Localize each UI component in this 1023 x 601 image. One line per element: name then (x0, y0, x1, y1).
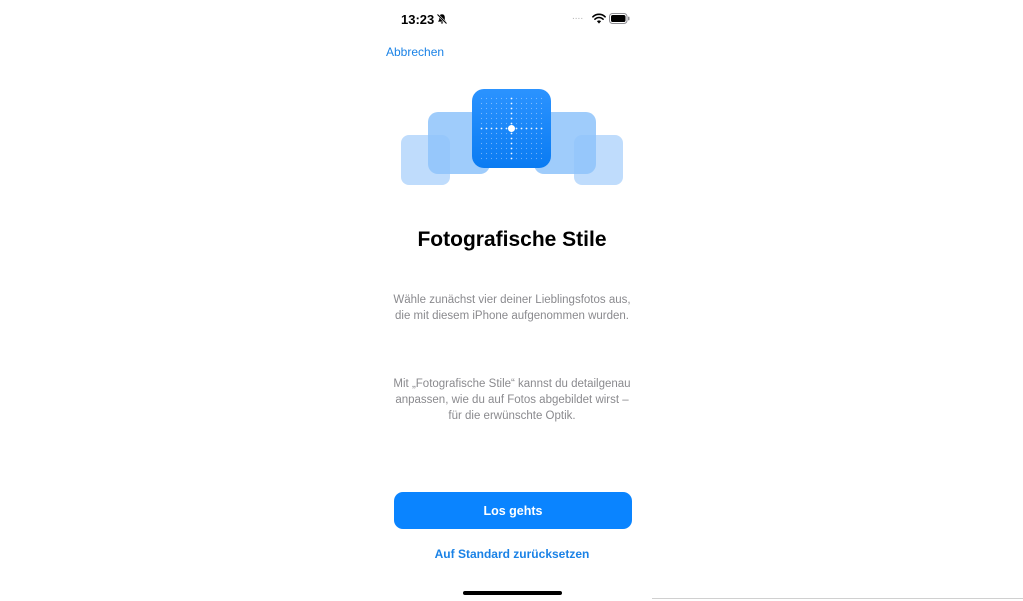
description-text: Mit „Fotografische Stile“ kannst du deta… (393, 378, 631, 422)
wifi-icon (592, 13, 606, 24)
photographic-styles-grid-icon (401, 89, 623, 185)
page-title: Fotografische Stile (417, 228, 607, 251)
divider (652, 598, 1023, 599)
cellular-signal-dots: .... (572, 11, 584, 22)
reset-to-default-button[interactable]: Auf Standard zurücksetzen (376, 547, 648, 561)
status-time: 13:23 (401, 12, 435, 27)
home-indicator[interactable] (463, 591, 562, 595)
cancel-button[interactable]: Abbrechen (386, 45, 444, 59)
intro-text: Wähle zunächst vier deiner Lieblingsfoto… (393, 294, 631, 322)
status-bar: 13:23 .... (376, 0, 648, 40)
battery-icon (609, 13, 630, 24)
start-button[interactable]: Los gehts (394, 492, 632, 529)
bell-slash-icon (436, 13, 448, 25)
phone-screen: 13:23 .... Abbrechen Fotografische Stile… (376, 0, 648, 601)
